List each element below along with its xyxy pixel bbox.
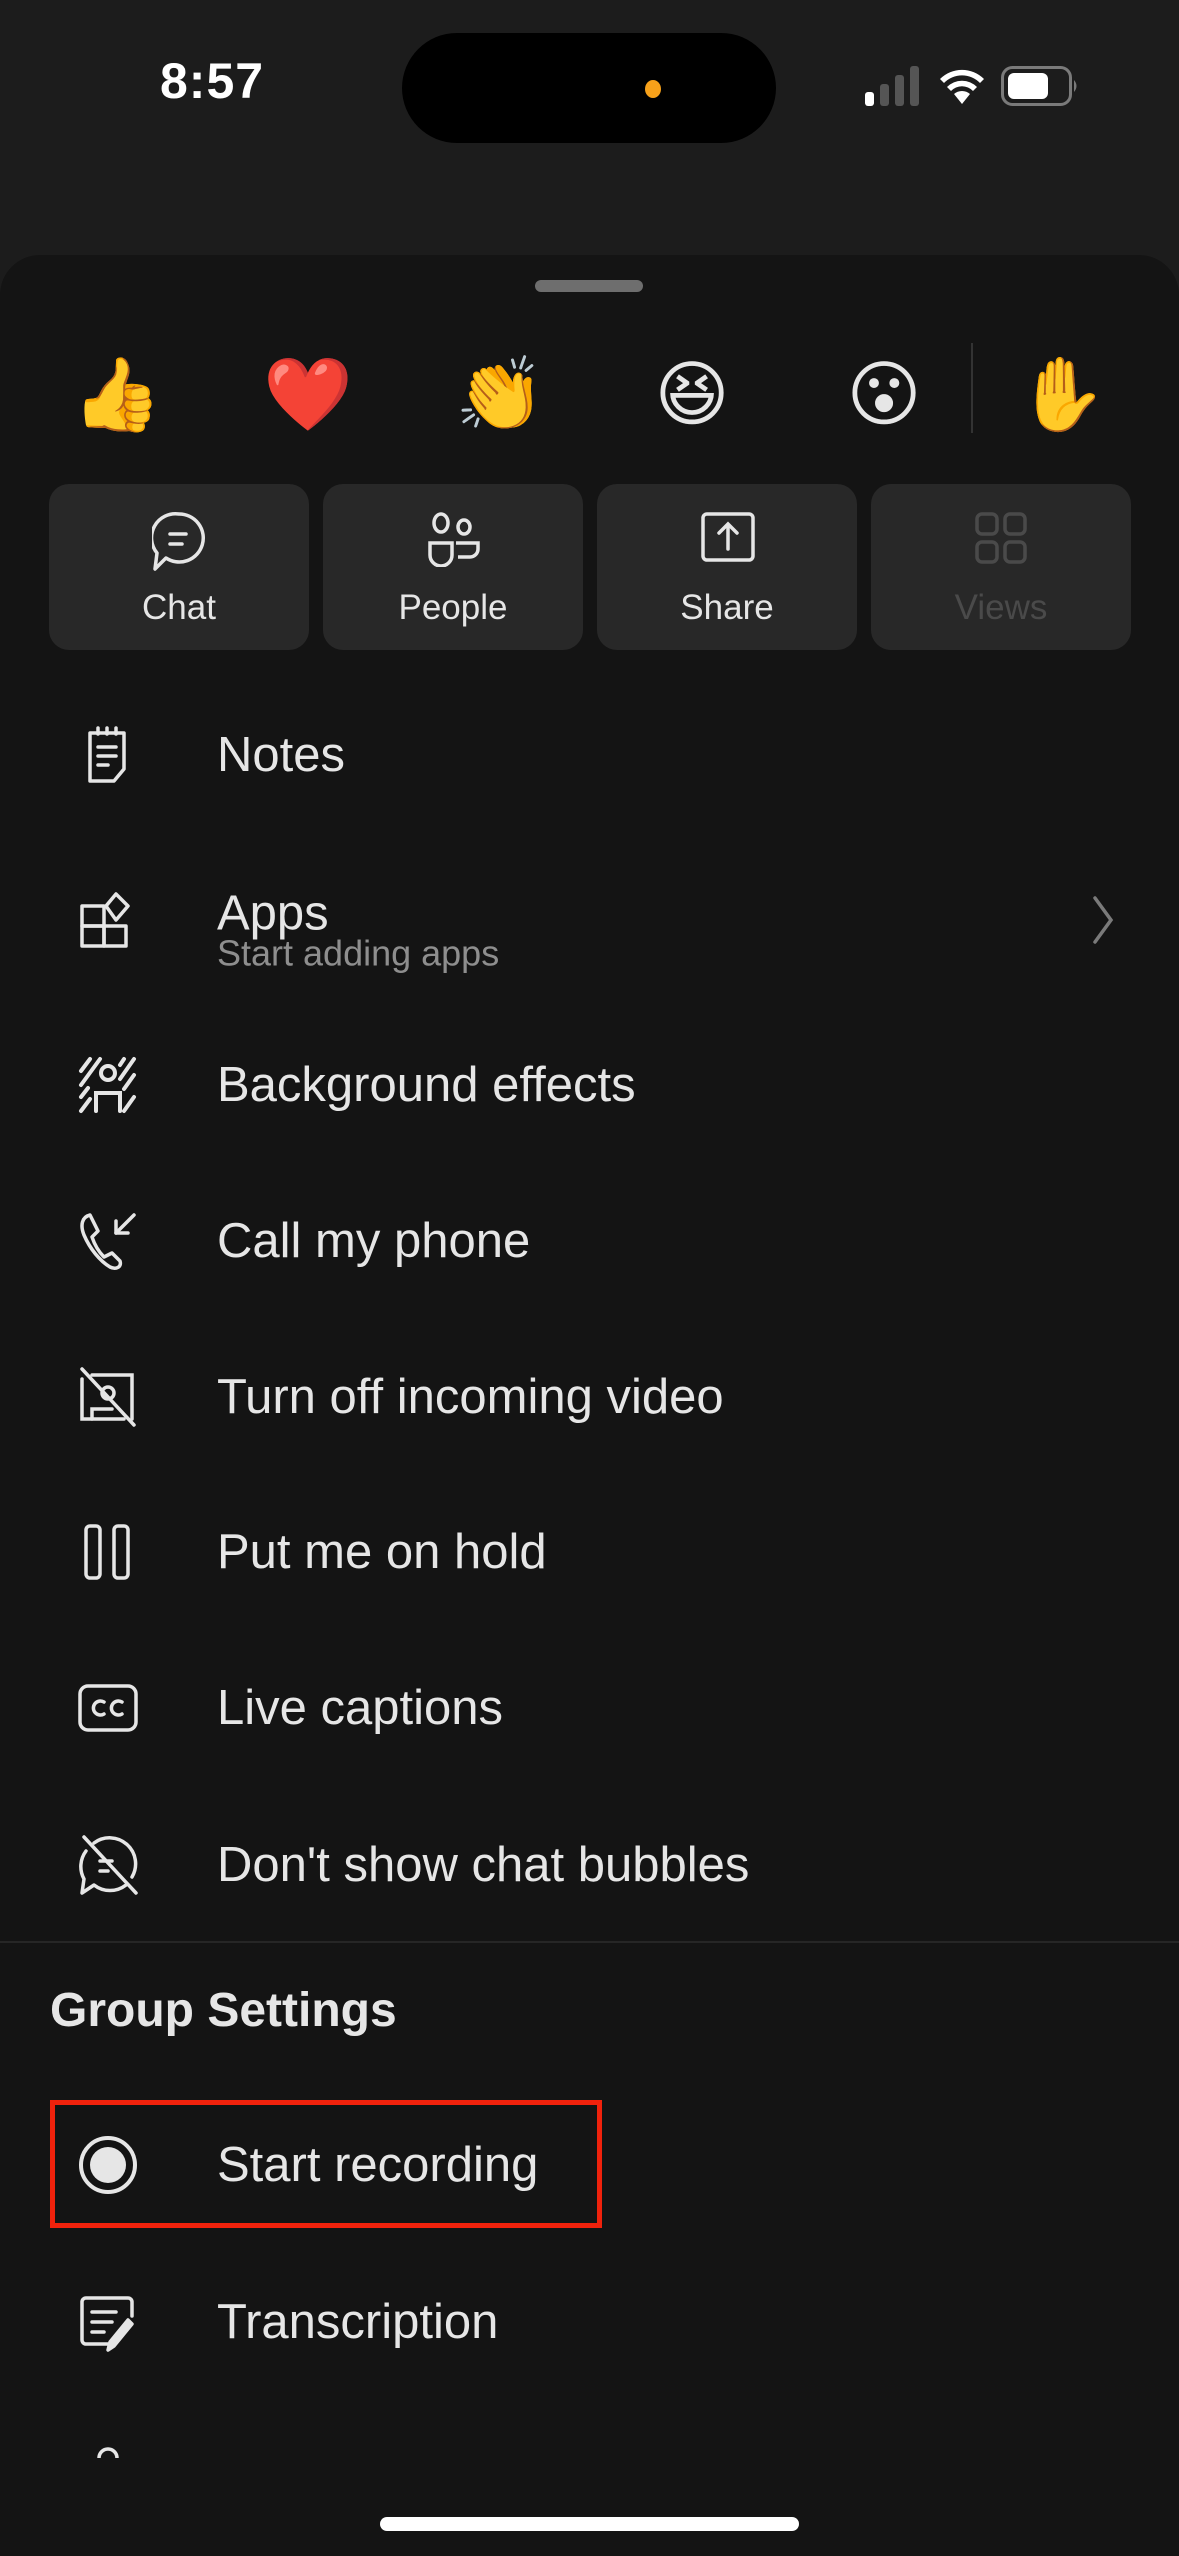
menu-item-transcription[interactable]: Transcription: [0, 2247, 1179, 2397]
group-settings-header: Group Settings: [50, 1984, 397, 2037]
menu-item-notes[interactable]: Notes: [0, 680, 1179, 830]
menu-item-label: Start recording: [217, 2138, 539, 2192]
record-icon: [79, 2136, 137, 2194]
menu-item-label: Live captions: [217, 1681, 504, 1735]
raise-hand-button[interactable]: ✋: [1017, 350, 1107, 440]
menu-item-put-me-on-hold[interactable]: Put me on hold: [0, 1477, 1179, 1627]
sheet-drag-handle[interactable]: [535, 280, 643, 292]
wifi-icon: [940, 69, 984, 104]
status-icons: [865, 66, 1081, 106]
menu-item-label: Turn off incoming video: [217, 1370, 724, 1424]
call-my-phone-icon: [80, 1213, 136, 1270]
menu-item-label: Notes: [217, 728, 346, 782]
share-tile-label: Share: [680, 588, 774, 627]
reaction-surprised-button[interactable]: 😮: [839, 350, 929, 440]
share-icon: [701, 512, 755, 562]
pause-icon: [84, 1524, 130, 1580]
people-tile-label: People: [398, 588, 508, 627]
menu-item-label: Transcription: [217, 2295, 499, 2349]
chevron-right-icon: [1093, 896, 1114, 944]
privacy-indicator-dot: [645, 80, 661, 98]
views-grid-icon: [975, 512, 1027, 564]
menu-item-apps[interactable]: Apps Start adding apps: [0, 845, 1179, 995]
chat-icon: [152, 512, 205, 571]
menu-item-start-recording[interactable]: Start recording: [0, 2090, 1179, 2240]
chat-tile-label: Chat: [142, 588, 216, 627]
battery-icon: [1001, 66, 1077, 106]
section-divider: [0, 1941, 1179, 1943]
menu-item-label: Call my phone: [217, 1214, 531, 1268]
background-effects-icon: [79, 1057, 136, 1113]
menu-item-live-captions[interactable]: Live captions: [0, 1633, 1179, 1783]
menu-item-background-effects[interactable]: Background effects: [0, 1010, 1179, 1160]
menu-item-dont-show-chat-bubbles[interactable]: Don't show chat bubbles: [0, 1790, 1179, 1940]
reactions-divider: [971, 343, 973, 433]
chat-tile-button[interactable]: Chat: [49, 484, 309, 650]
people-tile-button[interactable]: People: [323, 484, 583, 650]
reaction-applause-button[interactable]: 👏: [455, 350, 545, 440]
reaction-heart-button[interactable]: ❤️: [263, 350, 353, 440]
reaction-laugh-button[interactable]: 😆: [647, 350, 737, 440]
menu-item-label: Background effects: [217, 1058, 636, 1112]
status-time: 8:57: [160, 53, 265, 109]
partial-menu-icon: [97, 2447, 119, 2459]
reaction-like-button[interactable]: 👍: [72, 350, 162, 440]
share-tile-button[interactable]: Share: [597, 484, 857, 650]
dynamic-island: [402, 33, 776, 143]
notes-icon: [88, 726, 126, 783]
people-icon: [428, 512, 480, 567]
menu-item-call-my-phone[interactable]: Call my phone: [0, 1166, 1179, 1316]
views-tile-label: Views: [954, 588, 1048, 627]
views-tile-button: Views: [871, 484, 1131, 650]
closed-captions-icon: [78, 1684, 138, 1732]
menu-item-turn-off-incoming-video[interactable]: Turn off incoming video: [0, 1322, 1179, 1472]
menu-item-label: Put me on hold: [217, 1525, 547, 1579]
menu-item-label: Don't show chat bubbles: [217, 1838, 750, 1892]
chat-bubbles-off-icon: [79, 1835, 138, 1895]
transcription-icon: [80, 2296, 134, 2352]
video-off-icon: [80, 1367, 136, 1427]
home-indicator[interactable]: [380, 2517, 799, 2531]
menu-item-sublabel: Start adding apps: [217, 932, 500, 974]
cellular-signal-icon: [865, 66, 919, 106]
more-options-sheet: 👍 ❤️ 👏 😆 😮 ✋ Chat People Share Views Not…: [0, 255, 1179, 2556]
apps-icon: [80, 892, 130, 948]
